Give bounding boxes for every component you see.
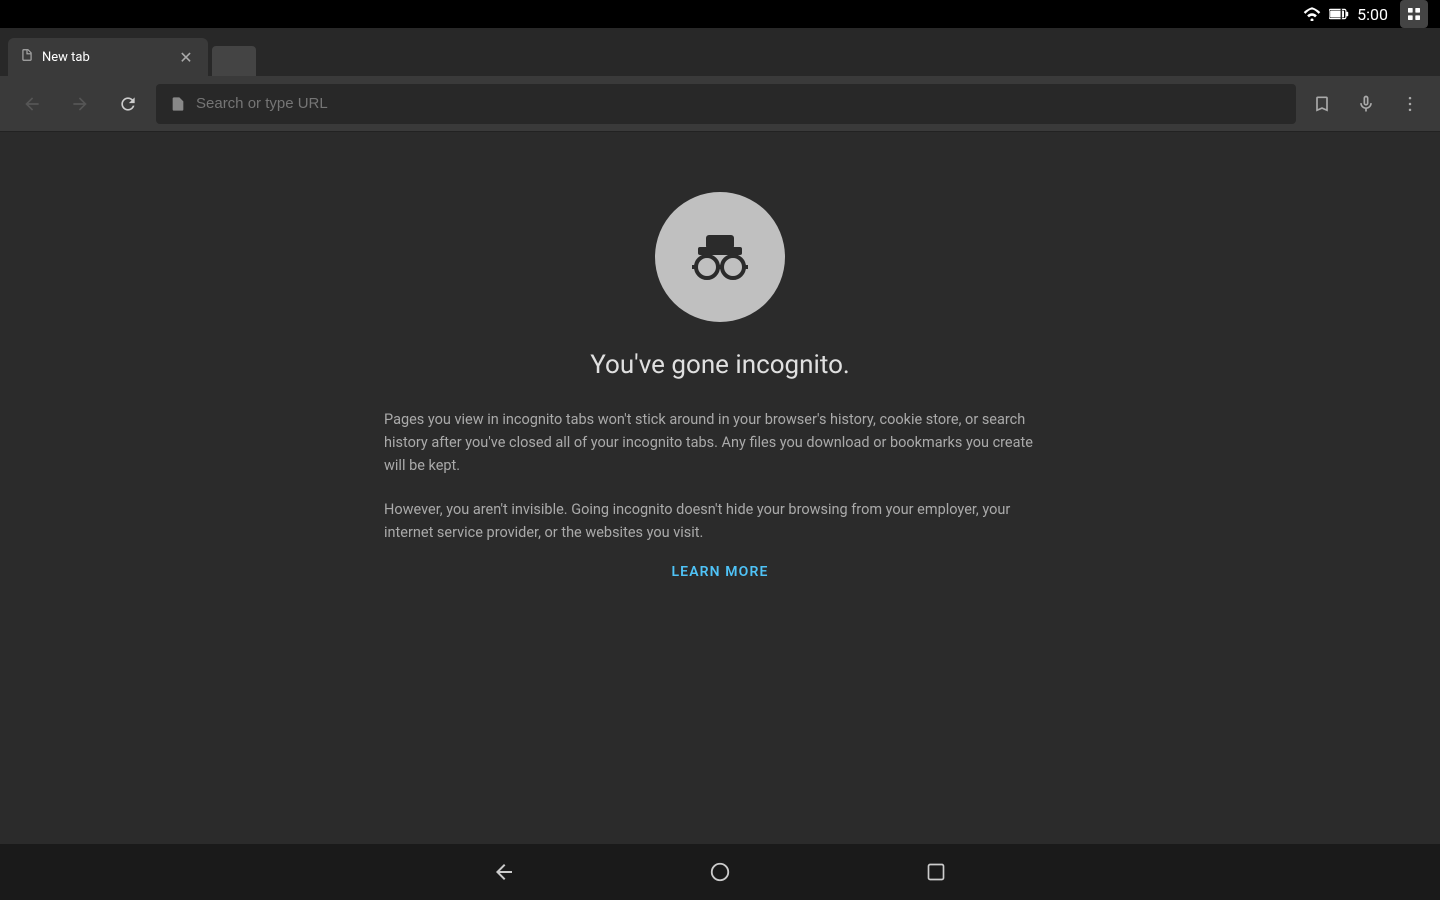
- address-bar[interactable]: [156, 84, 1296, 124]
- system-home-button[interactable]: [702, 854, 738, 890]
- tab-bar: New tab ✕: [0, 28, 1440, 76]
- tab-title: New tab: [42, 50, 168, 65]
- battery-icon: [1329, 8, 1349, 20]
- incognito-icon-circle: [655, 192, 785, 322]
- system-back-button[interactable]: [486, 854, 522, 890]
- incognito-title: You've gone incognito.: [590, 350, 850, 380]
- incognito-para-2: However, you aren't invisible. Going inc…: [384, 498, 1056, 544]
- back-button[interactable]: [12, 84, 52, 124]
- inactive-tab[interactable]: [212, 46, 256, 76]
- system-recents-button[interactable]: [918, 854, 954, 890]
- wifi-icon: [1303, 7, 1321, 21]
- learn-more-button[interactable]: LEARN MORE: [384, 564, 1056, 580]
- toolbar: [0, 76, 1440, 132]
- mic-button[interactable]: [1348, 86, 1384, 122]
- active-tab[interactable]: New tab ✕: [8, 38, 208, 76]
- tab-close-button[interactable]: ✕: [176, 47, 196, 67]
- forward-button[interactable]: [60, 84, 100, 124]
- bookmark-button[interactable]: [1304, 86, 1340, 122]
- address-bar-icon: [170, 96, 186, 112]
- address-input[interactable]: [196, 95, 1282, 112]
- menu-button[interactable]: [1392, 86, 1428, 122]
- incognito-para-1: Pages you view in incognito tabs won't s…: [384, 408, 1056, 478]
- incognito-body: Pages you view in incognito tabs won't s…: [360, 408, 1080, 580]
- tab-page-icon: [20, 48, 34, 66]
- incognito-svg: [680, 217, 760, 297]
- nav-bar: [0, 844, 1440, 900]
- extension-icon[interactable]: [1400, 0, 1428, 28]
- status-time: 5:00: [1357, 5, 1388, 24]
- main-content: You've gone incognito. Pages you view in…: [0, 132, 1440, 844]
- status-bar: 5:00: [0, 0, 1440, 28]
- reload-button[interactable]: [108, 84, 148, 124]
